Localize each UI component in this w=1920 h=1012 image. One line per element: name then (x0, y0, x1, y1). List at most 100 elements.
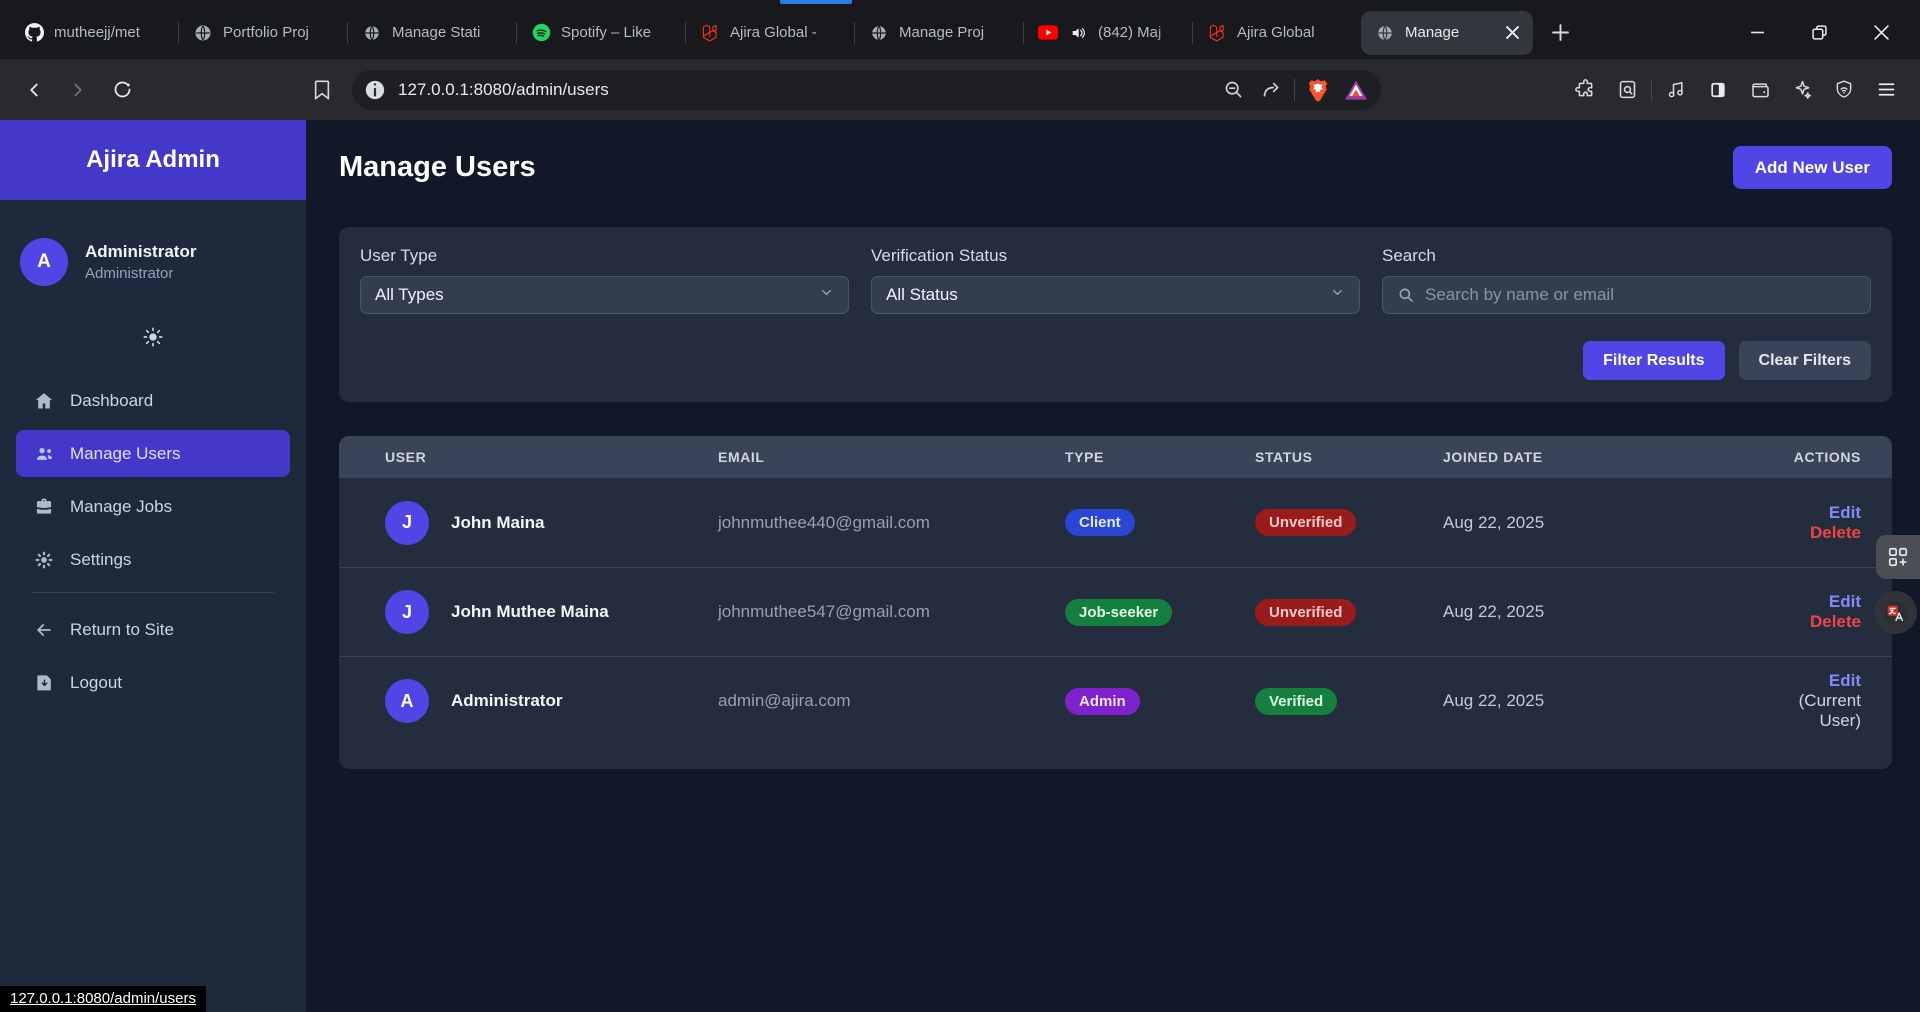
edit-link[interactable]: Edit (1829, 592, 1861, 611)
user-type-label: User Type (360, 246, 849, 266)
sidebar-item-manage-jobs[interactable]: Manage Jobs (16, 483, 290, 530)
verification-status-select[interactable]: All Status (871, 276, 1360, 314)
urlbar-separator (1294, 79, 1295, 101)
audio-playing-icon[interactable] (1068, 23, 1088, 43)
sidebar-item-logout[interactable]: Logout (16, 659, 290, 706)
search-field[interactable] (1382, 276, 1871, 314)
media-control-icon[interactable] (1658, 72, 1694, 108)
column-header-joined: JOINED DATE (1425, 449, 1762, 465)
add-new-user-button[interactable]: Add New User (1733, 146, 1892, 189)
zoom-out-icon[interactable] (1218, 75, 1248, 105)
profile-avatar: A (20, 238, 68, 286)
snip-widget-icon[interactable] (1876, 535, 1920, 579)
tab-ajira-global-1[interactable]: Ajira Global - (686, 11, 854, 55)
tab-github[interactable]: mutheejj/met (10, 11, 178, 55)
tab-title: Portfolio Proj (223, 24, 337, 41)
tab-title: mutheejj/met (54, 24, 168, 41)
sidebar-item-label: Settings (70, 550, 131, 570)
translate-widget-icon[interactable] (1874, 591, 1917, 634)
window-minimize-button[interactable] (1726, 11, 1788, 55)
site-info-icon[interactable] (360, 75, 390, 105)
home-icon (33, 391, 55, 411)
brave-shields-icon[interactable] (1303, 75, 1333, 105)
tab-youtube[interactable]: (842) Maj (1024, 11, 1192, 55)
search-input[interactable] (1425, 285, 1856, 305)
back-button[interactable] (16, 72, 52, 108)
laravel-icon (1207, 23, 1227, 43)
user-name: Administrator (451, 691, 562, 711)
sidebar-item-label: Return to Site (70, 620, 174, 640)
logout-icon (33, 673, 55, 692)
reading-list-icon[interactable] (1609, 72, 1645, 108)
type-badge: Job-seeker (1065, 599, 1172, 626)
user-type-select[interactable]: All Types (360, 276, 849, 314)
delete-link[interactable]: Delete (1810, 612, 1861, 631)
search-label: Search (1382, 246, 1871, 266)
extensions-icon[interactable] (1567, 72, 1603, 108)
user-avatar: J (385, 501, 429, 545)
tab-ajira-global-2[interactable]: Ajira Global (1193, 11, 1361, 55)
tab-title: Manage Stati (392, 24, 506, 41)
status-link-preview: 127.0.0.1:8080/admin/users (0, 986, 206, 1012)
column-header-status: STATUS (1237, 449, 1425, 465)
delete-link[interactable]: Delete (1810, 523, 1861, 542)
user-avatar: J (385, 590, 429, 634)
tab-manage-stations[interactable]: Manage Stati (348, 11, 516, 55)
tab-title: Ajira Global (1237, 24, 1351, 41)
filter-results-button[interactable]: Filter Results (1583, 341, 1724, 380)
briefcase-icon (33, 497, 55, 517)
new-tab-button[interactable] (1543, 16, 1577, 50)
side-panel-icon[interactable] (1700, 72, 1736, 108)
edit-link[interactable]: Edit (1829, 503, 1861, 522)
filters-panel: User Type All Types Verification Status … (339, 227, 1892, 402)
sidebar-item-settings[interactable]: Settings (16, 536, 290, 583)
tab-manage-projects[interactable]: Manage Proj (855, 11, 1023, 55)
browser-tab-bar: mutheejj/met Portfolio Proj Manage Stati… (0, 0, 1920, 59)
bookmarks-icon[interactable] (304, 72, 340, 108)
toolbar-separator (1651, 79, 1652, 101)
table-row: J John Muthee Maina johnmuthee547@gmail.… (339, 567, 1892, 656)
globe-icon (362, 23, 382, 43)
sidebar-item-label: Logout (70, 673, 122, 693)
search-icon (1397, 286, 1415, 304)
chevron-down-icon (1330, 285, 1345, 305)
clear-filters-button[interactable]: Clear Filters (1739, 341, 1871, 380)
address-bar[interactable]: 127.0.0.1:8080/admin/users (352, 70, 1381, 110)
sidebar-item-dashboard[interactable]: Dashboard (16, 377, 290, 424)
user-email: johnmuthee440@gmail.com (700, 513, 1047, 533)
current-user-note: (Current User) (1799, 691, 1861, 730)
window-close-button[interactable] (1850, 11, 1912, 55)
leo-ai-icon[interactable] (1784, 72, 1820, 108)
brand-title: Ajira Admin (0, 120, 306, 200)
window-restore-button[interactable] (1788, 11, 1850, 55)
tab-manage-users-active[interactable]: Manage (1361, 11, 1533, 55)
brave-rewards-bat-icon[interactable] (1341, 75, 1371, 105)
menu-icon[interactable] (1868, 72, 1904, 108)
wallet-icon[interactable] (1742, 72, 1778, 108)
tab-close-icon[interactable] (1501, 22, 1523, 44)
sidebar-item-label: Dashboard (70, 391, 153, 411)
sidebar-item-return-to-site[interactable]: Return to Site (16, 606, 290, 653)
users-table: USER EMAIL TYPE STATUS JOINED DATE ACTIO… (339, 436, 1892, 769)
tab-spotify[interactable]: Spotify – Like (517, 11, 685, 55)
vpn-shield-icon[interactable] (1826, 72, 1862, 108)
tab-title: Manage (1405, 24, 1491, 41)
status-badge: Unverified (1255, 599, 1356, 626)
forward-button[interactable] (60, 72, 96, 108)
user-name: John Muthee Maina (451, 602, 609, 622)
globe-icon (1375, 23, 1395, 43)
theme-toggle-sun-icon[interactable] (133, 317, 173, 357)
share-icon[interactable] (1256, 75, 1286, 105)
edit-link[interactable]: Edit (1829, 671, 1861, 690)
url-text[interactable]: 127.0.0.1:8080/admin/users (398, 80, 1210, 100)
user-avatar: A (385, 679, 429, 723)
globe-icon (869, 23, 889, 43)
arrow-left-icon (33, 620, 55, 640)
sidebar-item-manage-users[interactable]: Manage Users (16, 430, 290, 477)
joined-date: Aug 22, 2025 (1425, 513, 1762, 533)
sidebar-item-label: Manage Jobs (70, 497, 172, 517)
tab-portfolio[interactable]: Portfolio Proj (179, 11, 347, 55)
reload-button[interactable] (104, 72, 140, 108)
type-badge: Client (1065, 509, 1135, 536)
column-header-user: USER (367, 449, 700, 465)
